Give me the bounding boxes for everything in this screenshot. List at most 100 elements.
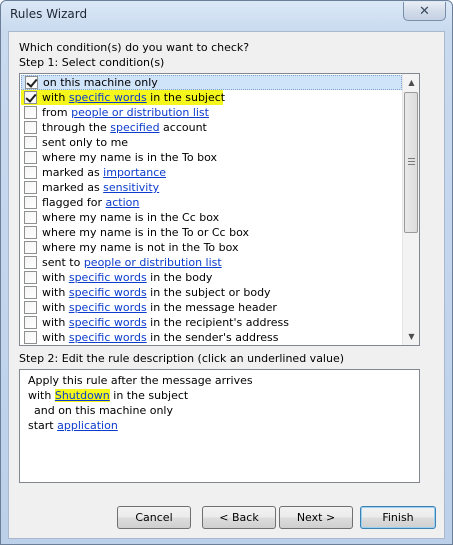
close-button[interactable]: ✕ xyxy=(403,2,446,21)
close-icon: ✕ xyxy=(419,3,430,19)
finish-button[interactable]: Finish xyxy=(360,506,436,529)
condition-checkbox[interactable] xyxy=(24,256,37,269)
conditions-listbox[interactable]: on this machine only with specific words … xyxy=(19,73,420,346)
condition-row[interactable]: where my name is in the Cc box xyxy=(21,210,402,225)
condition-text: where my name is in the To box xyxy=(42,151,218,164)
condition-row[interactable]: flagged for action xyxy=(21,195,402,210)
condition-text: where my name is in the Cc box xyxy=(42,211,220,224)
condition-row[interactable]: on this machine only xyxy=(21,75,402,90)
condition-text: in the subject or body xyxy=(146,286,271,299)
application-link[interactable]: application xyxy=(57,419,118,432)
scroll-up-icon[interactable]: ▲ xyxy=(403,74,420,91)
condition-text: marked as xyxy=(42,181,104,194)
condition-checkbox[interactable] xyxy=(24,316,37,329)
question-label: Which condition(s) do you want to check? xyxy=(19,41,250,54)
rule-description-box: Apply this rule after the message arrive… xyxy=(19,369,420,483)
condition-text: in the message header xyxy=(146,301,277,314)
condition-row[interactable]: with specific words in the sender's addr… xyxy=(21,330,402,345)
description-line-2: with Shutdown in the subject xyxy=(28,389,188,402)
condition-text: sent only to me xyxy=(42,136,129,149)
condition-checkbox[interactable] xyxy=(24,286,37,299)
condition-checkbox[interactable] xyxy=(25,76,38,89)
condition-row[interactable]: through the specified account xyxy=(21,120,402,135)
condition-text: in the body xyxy=(146,271,213,284)
description-line-3: and on this machine only xyxy=(34,404,173,417)
condition-link[interactable]: specified xyxy=(110,121,159,134)
condition-text: with xyxy=(42,286,69,299)
condition-text: where my name is in the To or Cc box xyxy=(42,226,249,239)
dialog-client-area: Which condition(s) do you want to check?… xyxy=(8,31,445,539)
condition-row[interactable]: sent only to me xyxy=(21,135,402,150)
description-line-2-prefix: with xyxy=(28,389,55,402)
condition-link[interactable]: specific words xyxy=(69,301,147,314)
condition-checkbox[interactable] xyxy=(24,106,37,119)
condition-text: flagged for xyxy=(42,196,106,209)
condition-link[interactable]: specific words xyxy=(69,316,147,329)
condition-checkbox[interactable] xyxy=(24,196,37,209)
condition-checkbox[interactable] xyxy=(24,136,37,149)
condition-link[interactable]: people or distribution list xyxy=(71,106,209,119)
cancel-button[interactable]: Cancel xyxy=(117,506,191,529)
description-line-1: Apply this rule after the message arrive… xyxy=(28,374,253,387)
grip-icon xyxy=(408,158,415,167)
condition-row[interactable]: with specific words in the recipient's a… xyxy=(21,315,402,330)
condition-link[interactable]: specific words xyxy=(69,91,147,104)
condition-checkbox[interactable] xyxy=(24,241,37,254)
condition-row[interactable]: marked as sensitivity xyxy=(21,180,402,195)
conditions-scrollbar[interactable]: ▲ ▼ xyxy=(402,74,419,345)
condition-checkbox[interactable] xyxy=(24,226,37,239)
step2-label: Step 2: Edit the rule description (click… xyxy=(19,352,345,365)
rules-wizard-window: Rules Wizard ✕ Which condition(s) do you… xyxy=(0,0,453,545)
condition-row[interactable]: with specific words in the subject xyxy=(21,90,226,105)
condition-row[interactable]: with specific words in the message heade… xyxy=(21,300,402,315)
condition-link[interactable]: specific words xyxy=(69,331,147,344)
condition-row[interactable]: where my name is in the To box xyxy=(21,150,402,165)
conditions-list: on this machine only with specific words … xyxy=(20,74,403,345)
condition-link[interactable]: sensitivity xyxy=(103,181,159,194)
condition-row[interactable]: where my name is not in the To box xyxy=(21,240,402,255)
condition-row[interactable]: sent to people or distribution list xyxy=(21,255,402,270)
condition-link[interactable]: importance xyxy=(103,166,166,179)
condition-text: with xyxy=(42,331,69,344)
scroll-down-icon[interactable]: ▼ xyxy=(403,328,420,345)
condition-text: with xyxy=(42,301,69,314)
condition-row[interactable]: where my name is in the To or Cc box xyxy=(21,225,402,240)
condition-checkbox[interactable] xyxy=(24,181,37,194)
condition-checkbox[interactable] xyxy=(24,166,37,179)
condition-text: with xyxy=(42,316,69,329)
condition-link[interactable]: specific words xyxy=(69,286,147,299)
condition-row[interactable]: marked as importance xyxy=(21,165,402,180)
condition-checkbox[interactable] xyxy=(24,151,37,164)
condition-row[interactable]: with specific words in the subject or bo… xyxy=(21,285,402,300)
condition-row[interactable]: from people or distribution list xyxy=(21,105,402,120)
scrollbar-thumb[interactable] xyxy=(404,92,418,233)
back-button[interactable]: < Back xyxy=(202,506,276,529)
subject-words-link[interactable]: Shutdown xyxy=(54,389,110,402)
description-line-2-suffix: in the subject xyxy=(109,389,189,402)
step1-label: Step 1: Select condition(s) xyxy=(19,56,165,69)
condition-checkbox[interactable] xyxy=(24,301,37,314)
description-line-4-prefix: start xyxy=(28,419,58,432)
condition-text: where my name is not in the To box xyxy=(42,241,239,254)
condition-link[interactable]: specific words xyxy=(69,271,147,284)
condition-text: from xyxy=(42,106,72,119)
condition-checkbox[interactable] xyxy=(24,121,37,134)
condition-checkbox[interactable] xyxy=(24,211,37,224)
condition-checkbox[interactable] xyxy=(24,331,37,344)
window-title: Rules Wizard xyxy=(10,7,88,21)
condition-checkbox[interactable] xyxy=(24,91,37,104)
condition-link[interactable]: people or distribution list xyxy=(84,256,222,269)
condition-text: with xyxy=(42,91,69,104)
condition-link[interactable]: action xyxy=(106,196,140,209)
title-bar[interactable]: Rules Wizard ✕ xyxy=(1,1,452,31)
next-button[interactable]: Next > xyxy=(279,506,353,529)
condition-text: marked as xyxy=(42,166,104,179)
condition-text: account xyxy=(159,121,207,134)
description-line-4: start application xyxy=(28,419,118,432)
condition-checkbox[interactable] xyxy=(24,271,37,284)
condition-text: through the xyxy=(42,121,111,134)
condition-text: in the recipient's address xyxy=(146,316,289,329)
condition-text: in the subject xyxy=(146,91,226,104)
condition-text: on this machine only xyxy=(43,76,158,89)
condition-row[interactable]: with specific words in the body xyxy=(21,270,402,285)
